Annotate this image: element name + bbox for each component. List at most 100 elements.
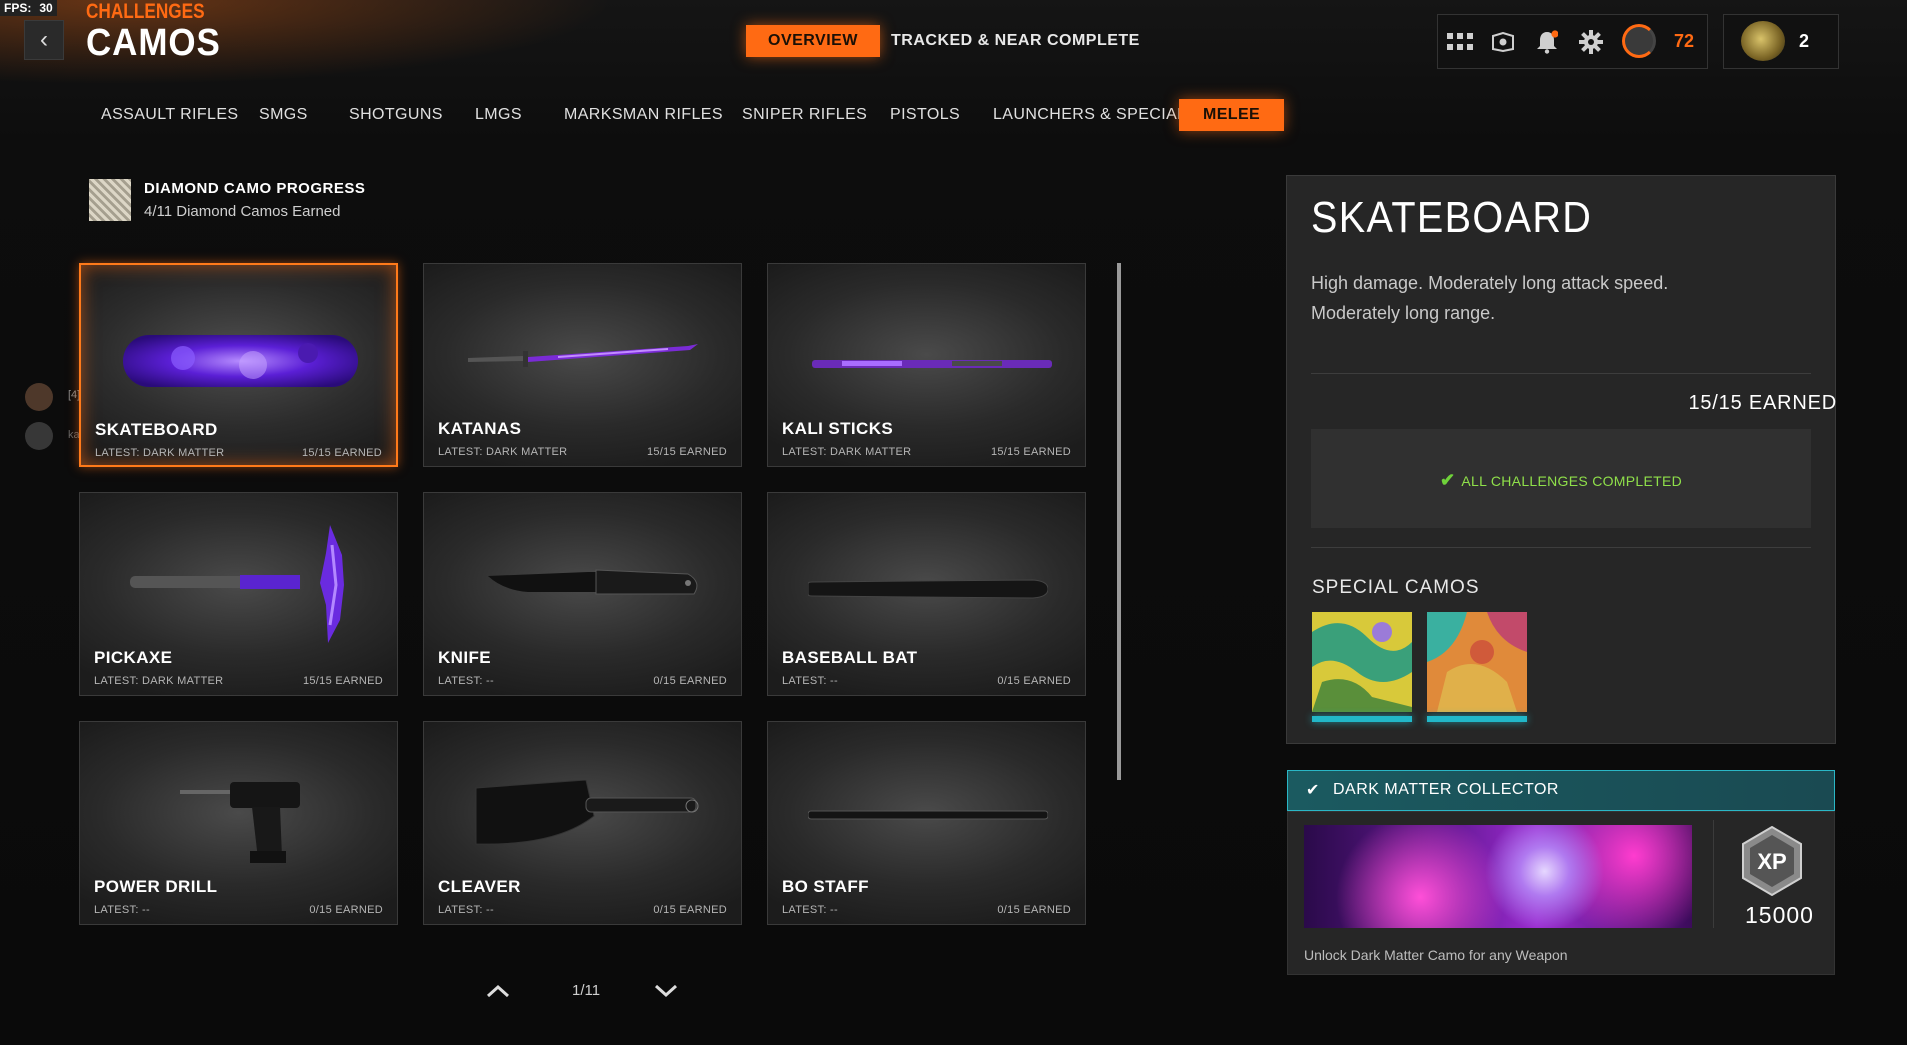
category-shotguns[interactable]: SHOTGUNS [349,99,443,131]
katana-image [468,342,698,377]
special-camo-1-bar [1312,716,1412,722]
chat-avatar [25,383,53,411]
special-camo-2-bar [1427,716,1527,722]
divider [1311,373,1811,374]
tab-tracked-near-complete[interactable]: TRACKED & NEAR COMPLETE [891,25,1140,57]
knife-image [488,568,703,613]
profile-count: 2 [1799,31,1810,51]
grid-scrollbar[interactable] [1117,263,1121,780]
weapon-name: CLEAVER [438,877,521,896]
pickaxe-image [130,525,360,650]
power-drill-image [180,777,310,872]
chevron-left-icon: ‹ [40,26,48,53]
page-down-button[interactable] [654,978,678,1002]
page-indicator: 1/11 [572,982,601,999]
weapon-card-pickaxe[interactable]: PICKAXE LATEST: DARK MATTER 15/15 EARNED [79,492,398,696]
detail-earned: 15/15 EARNED [1688,392,1837,414]
weapon-name: POWER DRILL [94,877,218,896]
fps-counter: FPS: 30 [0,0,57,16]
detail-description: High damage. Moderately long attack spee… [1311,273,1669,323]
weapon-card-bo-staff[interactable]: BO STAFF LATEST: -- 0/15 EARNED [767,721,1086,925]
avatar[interactable] [1741,21,1785,61]
weapon-card-skateboard[interactable]: SKATEBOARD LATEST: DARK MATTER 15/15 EAR… [79,263,398,467]
check-icon: ✔ [1306,782,1320,799]
weapon-latest-camo: LATEST: DARK MATTER [438,446,568,458]
weapon-earned: 15/15 EARNED [301,447,382,459]
kali-sticks-image [812,357,1052,375]
weapon-latest-camo: LATEST: -- [782,675,838,687]
back-button[interactable]: ‹ [24,20,64,60]
special-camo-2[interactable] [1427,612,1527,712]
detail-title: SKATEBOARD [1311,193,1593,242]
weapon-earned: 0/15 EARNED [309,904,383,916]
cleaver-image [466,779,706,855]
category-assault-rifles[interactable]: ASSAULT RIFLES [101,99,239,131]
store-icon[interactable] [1489,28,1517,56]
category-sniper-rifles[interactable]: SNIPER RIFLES [742,99,867,131]
category-launchers-specials[interactable]: LAUNCHERS & SPECIALS [993,99,1198,131]
diamond-camo-thumbnail [89,179,131,221]
bo-staff-image [807,808,1049,826]
category-melee[interactable]: MELEE [1179,99,1285,131]
weapon-name: PICKAXE [94,648,173,667]
category-lmgs[interactable]: LMGS [475,99,522,131]
weapon-latest-camo: LATEST: -- [94,904,150,916]
collector-description: Unlock Dark Matter Camo for any Weapon [1304,947,1568,963]
xp-badge-icon: XP [1741,825,1803,897]
gear-icon[interactable] [1577,28,1605,56]
weapon-card-baseball-bat[interactable]: BASEBALL BAT LATEST: -- 0/15 EARNED [767,492,1086,696]
weapon-latest-camo: LATEST: -- [782,904,838,916]
weapon-name: KALI STICKS [782,419,894,438]
weapon-latest-camo: LATEST: -- [438,904,494,916]
weapon-name: KNIFE [438,648,491,667]
collector-title: DARK MATTER COLLECTOR [1333,781,1559,798]
skateboard-image [123,333,358,396]
page-up-button[interactable] [486,978,510,1002]
weapon-earned: 15/15 EARNED [990,446,1071,458]
special-camos-label: SPECIAL CAMOS [1312,577,1480,598]
weapon-name: BO STAFF [782,877,869,896]
weapon-card-power-drill[interactable]: POWER DRILL LATEST: -- 0/15 EARNED [79,721,398,925]
weapon-latest-camo: LATEST: -- [438,675,494,687]
category-smgs[interactable]: SMGS [259,99,308,131]
divider [1311,547,1811,548]
diamond-progress-subtitle: 4/11 Diamond Camos Earned [144,203,341,220]
xp-amount: 15000 [1745,902,1814,928]
category-pistols[interactable]: PISTOLS [890,99,960,131]
weapon-card-kali-sticks[interactable]: KALI STICKS LATEST: DARK MATTER 15/15 EA… [767,263,1086,467]
weapon-latest-camo: LATEST: DARK MATTER [94,675,224,687]
challenges-status: ✔ ALL CHALLENGES COMPLETED [1439,470,1683,490]
weapon-earned: 15/15 EARNED [646,446,727,458]
weapon-name: SKATEBOARD [95,420,218,439]
section-supertitle: CHALLENGES [86,0,205,23]
weapon-card-cleaver[interactable]: CLEAVER LATEST: -- 0/15 EARNED [423,721,742,925]
weapon-earned: 0/15 EARNED [997,675,1071,687]
weapon-latest-camo: LATEST: DARK MATTER [95,447,225,459]
utility-bar [1437,14,1708,69]
player-level: 72 [1674,31,1695,51]
baseball-bat-image [807,579,1049,604]
special-camo-1[interactable] [1312,612,1412,712]
weapon-earned: 0/15 EARNED [653,675,727,687]
chat-avatar [25,422,53,450]
weapon-name: KATANAS [438,419,522,438]
divider [1713,820,1714,928]
weapon-card-katanas[interactable]: KATANAS LATEST: DARK MATTER 15/15 EARNED [423,263,742,467]
grid-icon[interactable] [1446,28,1474,56]
weapon-name: BASEBALL BAT [782,648,918,667]
weapon-latest-camo: LATEST: DARK MATTER [782,446,912,458]
weapon-earned: 0/15 EARNED [653,904,727,916]
dark-matter-reward-image [1304,825,1692,928]
tab-overview[interactable]: OVERVIEW [746,25,880,57]
chevron-down-icon [654,984,678,998]
weapon-earned: 15/15 EARNED [302,675,383,687]
bell-icon[interactable] [1533,28,1561,56]
weapon-card-knife[interactable]: KNIFE LATEST: -- 0/15 EARNED [423,492,742,696]
check-icon: ✔ [1439,470,1456,490]
xp-label: XP [1757,849,1786,874]
level-progress-ring[interactable] [1622,24,1656,58]
category-marksman-rifles[interactable]: MARKSMAN RIFLES [564,99,723,131]
page-title: CAMOS [86,22,221,64]
diamond-progress-title: DIAMOND CAMO PROGRESS [144,180,366,197]
weapon-earned: 0/15 EARNED [997,904,1071,916]
